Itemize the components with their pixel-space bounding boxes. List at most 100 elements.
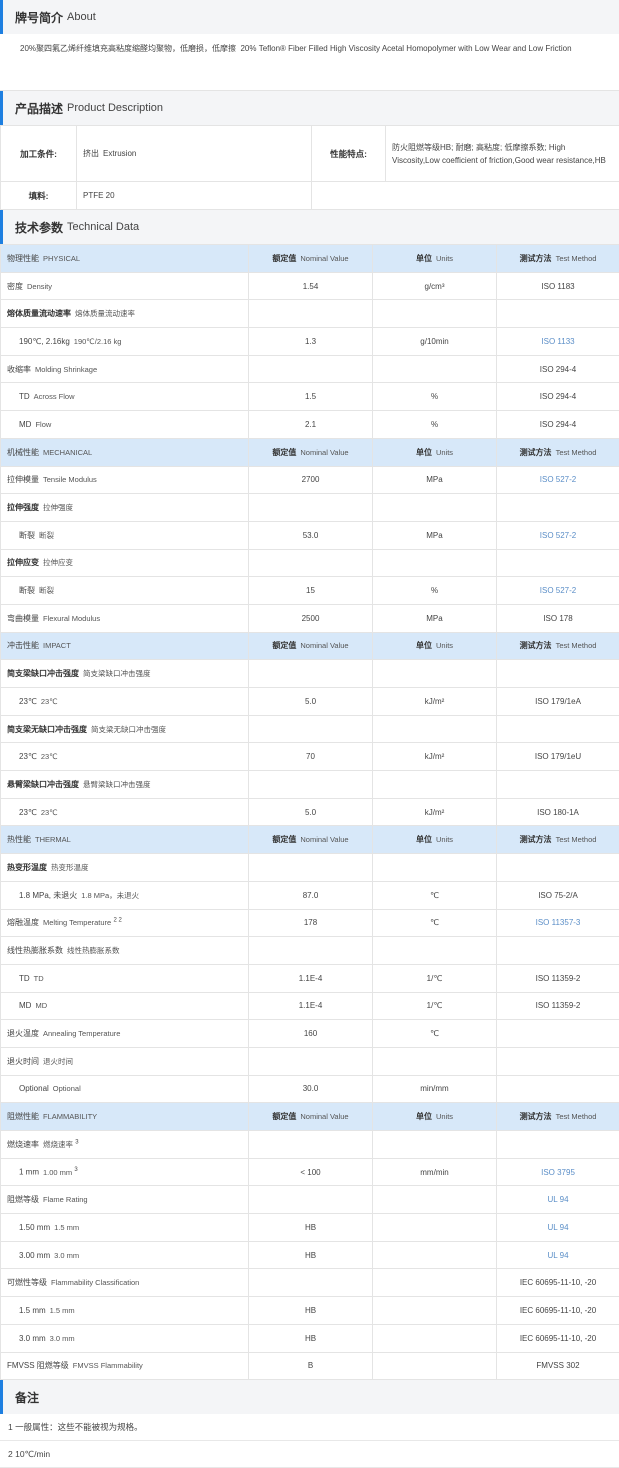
method-header: 测试方法Test Method bbox=[497, 826, 619, 854]
property-value: 70 bbox=[249, 743, 373, 771]
category-name: 冲击性能IMPACT bbox=[1, 632, 249, 660]
nominal-header: 额定值Nominal Value bbox=[249, 826, 373, 854]
nominal-header-en: Nominal Value bbox=[300, 835, 348, 844]
property-cn: 熔体质量流动速率 bbox=[7, 309, 71, 318]
category-cn: 冲击性能 bbox=[7, 641, 39, 650]
about-text-en: 20% Teflon® Fiber Filled High Viscosity … bbox=[240, 44, 571, 53]
category-name: 物理性能PHYSICAL bbox=[1, 245, 249, 273]
property-name: 23℃23℃ bbox=[1, 798, 249, 826]
property-row: 收缩率Molding ShrinkageISO 294-4 bbox=[1, 355, 619, 383]
property-name: 简支梁缺口冲击强度简支梁缺口冲击强度 bbox=[1, 660, 249, 688]
processing-value-en: Extrusion bbox=[103, 149, 136, 158]
property-test-method[interactable]: ISO 1133 bbox=[497, 328, 619, 356]
property-row: 拉伸模量Tensile Modulus2700MPaISO 527-2 bbox=[1, 466, 619, 494]
property-value bbox=[249, 1269, 373, 1297]
property-cn: 简支梁无缺口冲击强度 bbox=[7, 725, 87, 734]
units-header-cn: 单位 bbox=[416, 835, 432, 844]
property-cn: 密度 bbox=[7, 282, 23, 291]
nominal-header-cn: 额定值 bbox=[272, 641, 296, 650]
property-name: 可燃性等级Flammability Classification bbox=[1, 1269, 249, 1297]
property-row: 阻燃等级Flame Rating UL 94 bbox=[1, 1186, 619, 1214]
property-row: 可燃性等级Flammability ClassificationIEC 6069… bbox=[1, 1269, 619, 1297]
property-row: 拉伸强度拉伸强度 bbox=[1, 494, 619, 522]
property-test-method[interactable]: ISO 527-2 bbox=[497, 577, 619, 605]
property-row: 简支梁无缺口冲击强度简支梁无缺口冲击强度 bbox=[1, 715, 619, 743]
property-test-method[interactable]: ISO 11357-3 bbox=[497, 909, 619, 937]
property-unit: kJ/m² bbox=[373, 743, 497, 771]
category-cn: 热性能 bbox=[7, 835, 31, 844]
property-name: 悬臂梁缺口冲击强度悬臂梁缺口冲击强度 bbox=[1, 771, 249, 799]
property-cn: TD bbox=[19, 974, 30, 983]
property-row: MDFlow2.1%ISO 294-4 bbox=[1, 411, 619, 439]
property-name: OptionalOptional bbox=[1, 1075, 249, 1103]
property-en: 1.8 MPa，未退火 bbox=[81, 891, 139, 900]
category-header-row: 物理性能PHYSICAL额定值Nominal Value单位Units测试方法T… bbox=[1, 245, 619, 273]
nominal-header-en: Nominal Value bbox=[300, 448, 348, 457]
units-header: 单位Units bbox=[373, 438, 497, 466]
property-en: Melting Temperature bbox=[43, 918, 111, 927]
property-en: Annealing Temperature bbox=[43, 1029, 120, 1038]
property-test-method bbox=[497, 1047, 619, 1075]
property-en: 23℃ bbox=[41, 697, 58, 706]
property-cn: 拉伸强度 bbox=[7, 503, 39, 512]
property-unit bbox=[373, 1214, 497, 1242]
property-row: 熔体质量流动速率熔体质量流动速率 bbox=[1, 300, 619, 328]
footnote-marker: 3 bbox=[75, 1139, 78, 1145]
property-name: 3.0 mm3.0 mm bbox=[1, 1324, 249, 1352]
units-header-en: Units bbox=[436, 1112, 453, 1121]
property-test-method bbox=[497, 660, 619, 688]
property-en: 线性热膨胀系数 bbox=[67, 946, 120, 955]
property-en: 1.5 mm bbox=[54, 1223, 79, 1232]
property-test-method bbox=[497, 549, 619, 577]
property-en: 3.0 mm bbox=[54, 1251, 79, 1260]
property-name: TDAcross Flow bbox=[1, 383, 249, 411]
property-test-method[interactable]: UL 94 bbox=[497, 1241, 619, 1269]
property-value: 1.3 bbox=[249, 328, 373, 356]
property-value: 87.0 bbox=[249, 881, 373, 909]
property-value: 2.1 bbox=[249, 411, 373, 439]
property-test-method[interactable]: ISO 527-2 bbox=[497, 521, 619, 549]
property-cn: 燃烧速率 bbox=[7, 1140, 39, 1149]
notes-title: 备注 bbox=[15, 1389, 39, 1406]
property-name: 收缩率Molding Shrinkage bbox=[1, 355, 249, 383]
category-name: 机械性能MECHANICAL bbox=[1, 438, 249, 466]
property-cn: 收缩率 bbox=[7, 365, 31, 374]
about-text-cn: 20%聚四氟乙烯纤维填充高粘度缩醛均聚物，低磨损，低摩擦 bbox=[20, 44, 236, 53]
property-unit: 1/℃ bbox=[373, 992, 497, 1020]
property-cn: 拉伸模量 bbox=[7, 475, 39, 484]
units-header: 单位Units bbox=[373, 632, 497, 660]
property-row: 拉伸应变拉伸应变 bbox=[1, 549, 619, 577]
property-test-method[interactable]: ISO 3795 bbox=[497, 1158, 619, 1186]
property-test-method[interactable]: UL 94 bbox=[497, 1186, 619, 1214]
category-en: THERMAL bbox=[35, 835, 71, 844]
method-header: 测试方法Test Method bbox=[497, 438, 619, 466]
technical-title-en: Technical Data bbox=[67, 221, 139, 233]
property-cn: 23℃ bbox=[19, 808, 37, 817]
about-title-cn: 牌号简介 bbox=[15, 9, 63, 26]
property-value: < 100 bbox=[249, 1158, 373, 1186]
property-test-method: IEC 60695-11-10, -20 bbox=[497, 1324, 619, 1352]
property-en: Flame Rating bbox=[43, 1195, 88, 1204]
footnote-marker: 2 2 bbox=[113, 918, 121, 924]
filler-value: PTFE 20 bbox=[77, 182, 312, 210]
property-name: 阻燃等级Flame Rating bbox=[1, 1186, 249, 1214]
property-row: 1 mm1.00 mm 3< 100mm/minISO 3795 bbox=[1, 1158, 619, 1186]
property-value: 15 bbox=[249, 577, 373, 605]
property-name: 退火时间退火时间 bbox=[1, 1047, 249, 1075]
property-value bbox=[249, 854, 373, 882]
units-header-en: Units bbox=[436, 448, 453, 457]
property-test-method: ISO 11359-2 bbox=[497, 964, 619, 992]
property-test-method bbox=[497, 937, 619, 965]
category-header-row: 冲击性能IMPACT额定值Nominal Value单位Units测试方法Tes… bbox=[1, 632, 619, 660]
property-unit: % bbox=[373, 577, 497, 605]
property-test-method: ISO 180-1A bbox=[497, 798, 619, 826]
property-name: 拉伸应变拉伸应变 bbox=[1, 549, 249, 577]
property-name: 退火温度Annealing Temperature bbox=[1, 1020, 249, 1048]
property-test-method: ISO 294-4 bbox=[497, 411, 619, 439]
property-unit bbox=[373, 1297, 497, 1325]
nominal-header: 额定值Nominal Value bbox=[249, 438, 373, 466]
property-test-method[interactable]: UL 94 bbox=[497, 1214, 619, 1242]
product-title-en: Product Description bbox=[67, 102, 163, 114]
property-en: 1.5 mm bbox=[50, 1306, 75, 1315]
property-test-method[interactable]: ISO 527-2 bbox=[497, 466, 619, 494]
